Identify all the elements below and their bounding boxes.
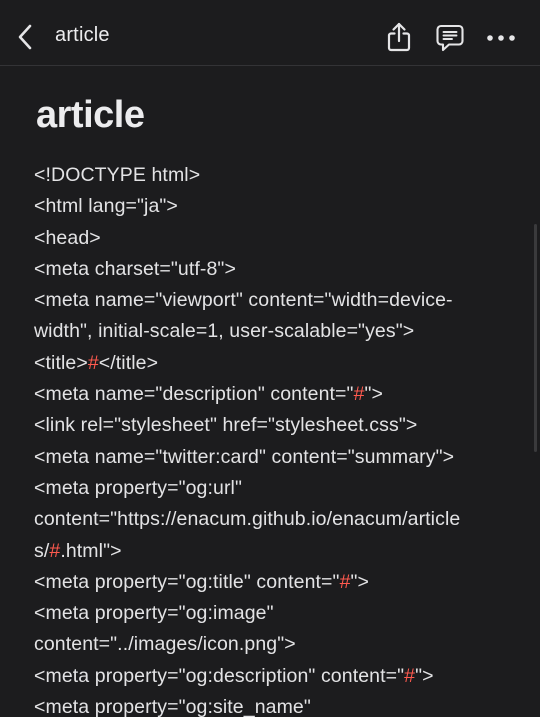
code-text: <meta name="description" content=" [34,383,354,406]
hash-placeholder: # [404,664,416,687]
code-line: content="../images/icon.png"> [34,633,296,656]
code-line: <meta charset="utf-8"> [34,257,236,280]
code-text: </title> [98,351,159,374]
code-line: <html lang="ja"> [34,195,178,218]
code-text: "> [415,664,434,687]
hash-placeholder: # [49,539,61,562]
hash-placeholder: # [339,570,351,593]
code-line: <meta property="og:image" [34,602,274,625]
share-button[interactable] [384,20,414,54]
code-text: "> [364,383,384,406]
article-content[interactable]: article <!DOCTYPE html> <html lang="ja"> <… [0,66,540,717]
navigation-bar: article [0,0,540,66]
document-title: article [36,94,145,136]
code-line: <meta property="og:title" content="#"> [34,567,516,598]
code-text: s/ [34,539,50,562]
code-text: "> [350,570,370,593]
code-line: width", initial-scale=1, user-scalable="… [34,320,415,343]
code-line: <link rel="stylesheet" href="stylesheet.… [34,414,418,437]
code-line: <meta property="og:description" content=… [34,661,516,692]
code-line: s/#.html"> [34,536,516,567]
back-button[interactable] [10,20,40,54]
scrollbar[interactable] [534,224,537,452]
code-line: content="https://enacum.github.io/enacum… [34,508,461,531]
code-line: <meta property="og:site_name" [34,696,311,717]
hash-placeholder: # [87,351,99,374]
hash-placeholder: # [353,383,365,406]
comment-icon [436,24,464,52]
code-line: <meta property="og:url" [34,476,243,499]
code-text: <title> [34,351,88,374]
code-line: <meta name="description" content="#"> [34,379,516,410]
code-line: <meta name="twitter:card" content="summa… [34,445,455,468]
code-text: <meta property="og:title" content=" [34,570,340,593]
code-line: <!DOCTYPE html> [34,164,201,186]
more-button[interactable] [484,22,518,54]
code-text: .html"> [60,539,122,562]
code-text: <meta property="og:description" content=… [34,664,405,687]
chevron-left-icon [18,24,32,50]
more-icon [487,35,515,41]
nav-title: article [55,24,110,46]
code-line: <meta name="viewport" content="width=dev… [34,289,453,312]
comment-button[interactable] [434,22,466,54]
code-block: <!DOCTYPE html> <html lang="ja"> <head> <me… [34,160,516,717]
code-line: <head> [34,226,101,249]
share-icon [387,22,411,52]
code-line: <title>#</title> [34,348,516,379]
